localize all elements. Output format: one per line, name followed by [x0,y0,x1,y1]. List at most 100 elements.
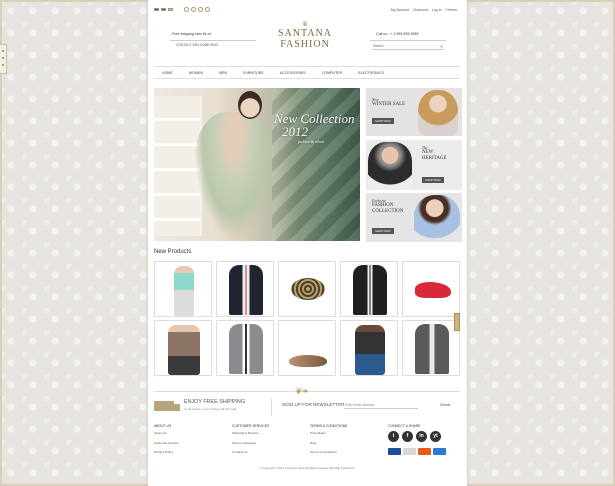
mastercard-icon [418,448,431,455]
copyright-text: © Copyright © 2014 Company name All righ… [259,466,355,470]
search-input[interactable]: Search ⚲ [372,44,444,50]
newsletter-placeholder: Enter email address [345,403,375,407]
paypal-icon [433,448,446,455]
promo-fashion-collection[interactable]: Exclusive FASHION COLLECTION Shop now [366,193,462,242]
footer-link[interactable]: Terms & Conditions [310,450,347,454]
footer-col-title: Terms & Conditions [310,424,348,428]
promo-title: NEW HERITAGE [422,150,447,161]
nav-item-women[interactable]: Women [181,71,211,75]
divider [370,40,446,41]
newsletter-submit-button[interactable]: Submit [440,403,450,407]
hero-banner[interactable]: New Collection 2012 fashion & ethnic [154,88,360,241]
footer-link[interactable]: Contact Us [232,450,269,454]
product-image-grey-blazer [415,324,449,374]
account-links: My Account Checkout Log In 0 Items [391,8,457,12]
nav-item-furniture[interactable]: Furniture [235,71,272,75]
nav-item-men[interactable]: Men [211,71,235,75]
shop-now-button[interactable]: Shop now [372,118,394,124]
product-card[interactable] [402,320,460,376]
flag-icon[interactable] [168,8,173,11]
promo-text: The NEW HERITAGE [422,146,458,162]
product-card[interactable] [402,261,460,317]
facebook-icon[interactable]: f [402,431,413,442]
social-top-icons [184,7,210,12]
pinterest-icon[interactable] [205,7,210,12]
promo-model-image [368,142,412,190]
promo-model-image [414,195,460,242]
product-card[interactable] [278,261,336,317]
nav-item-accessories[interactable]: Accessories [272,71,314,75]
twitter-icon[interactable]: t [388,431,399,442]
flag-icon[interactable] [154,8,159,11]
promo-text: New WINTER SALE [372,98,405,108]
language-flags[interactable] [154,8,173,11]
facebook-icon[interactable] [191,7,196,12]
nav-item-home[interactable]: Home [154,71,181,75]
checkout-link[interactable]: Checkout [413,8,428,12]
footer-col-title: About Us [154,424,172,428]
footer-link[interactable]: About Us [154,431,179,435]
product-image-knit-sweater [168,325,200,375]
product-image-dark-tee [355,325,385,375]
nav-item-electronics[interactable]: Electronics [350,71,392,75]
product-image-red-heels [415,282,451,298]
cart-link[interactable]: 0 Items [446,8,457,12]
store-page: My Account Checkout Log In 0 Items Free … [148,0,467,486]
newsletter-email-input[interactable]: Enter email address [344,401,418,409]
truck-icon [154,401,180,411]
footer-link[interactable]: Shipping & Returns [232,431,269,435]
login-link[interactable]: Log In [432,8,442,12]
linkedin-icon[interactable] [198,7,203,12]
promo-winter-sale[interactable]: New WINTER SALE Shop now [366,88,462,136]
shipping-message: Free shipping over $x.xx [172,32,212,36]
product-card[interactable] [216,261,274,317]
product-card[interactable] [216,320,274,376]
new-products-heading: New Products [154,249,192,255]
ornament-icon: ❦❧ [295,386,309,396]
product-card[interactable] [340,320,398,376]
promo-model-image [418,90,458,136]
side-bookmark-tab[interactable] [454,313,460,331]
call-us-text: Call us : + 1 555-555-5555 [376,32,419,36]
product-card[interactable] [340,261,398,317]
store-logo[interactable]: ♛ SANTANA FASHION [260,20,350,50]
promo-title: FASHION COLLECTION [372,203,404,214]
footer-col-customer: Customer Services Shipping & Returns Sec… [232,424,269,460]
product-image-black-suit [353,265,387,315]
footer-link[interactable]: Help [310,441,347,445]
product-image-mint-top [174,266,194,316]
search-icon[interactable]: ⚲ [440,44,443,49]
footer-link[interactable]: Secure Shopping [232,441,269,445]
footer-col-title: Customer Services [232,424,270,428]
footer-link[interactable]: Privacy Policy [154,450,179,454]
shop-now-button[interactable]: Shop now [372,228,394,234]
promo-title: WINTER SALE [372,102,406,107]
twitter-icon[interactable] [184,7,189,12]
promo-new-heritage[interactable]: The NEW HERITAGE Shop now [366,140,462,190]
side-panel-tab[interactable] [0,44,7,74]
payment-icons [388,448,446,455]
footer-columns: About Us About Us Customer Service Priva… [154,424,460,464]
linkedin-icon[interactable]: in [416,431,427,442]
product-card[interactable] [154,261,212,317]
nav-item-computer[interactable]: Computer [314,71,351,75]
youtube-icon[interactable]: yt [430,431,441,442]
hero-model-image [194,112,274,237]
my-account-link[interactable]: My Account [391,8,409,12]
logo-line2: FASHION [280,39,330,50]
footer-link[interactable]: Customer Service [154,441,179,445]
product-grid [154,261,460,376]
product-card[interactable] [154,320,212,376]
footer-col-title: Connect & Share [388,424,421,428]
card-icon [403,448,416,455]
footer-link[interactable]: Price Rules [310,431,347,435]
product-card[interactable] [278,320,336,376]
promo-text: Exclusive FASHION COLLECTION [372,199,412,215]
product-image-navy-suit [229,265,263,315]
product-image-flat-shoes [289,355,327,367]
flag-icon[interactable] [161,8,166,11]
main-nav: Home Women Men Furniture Accessories Com… [154,66,460,79]
free-shipping-block: ENJOY FREE SHIPPING on all orders or our… [154,397,264,417]
shop-now-button[interactable]: Shop now [422,177,444,183]
vertical-divider [271,398,272,416]
